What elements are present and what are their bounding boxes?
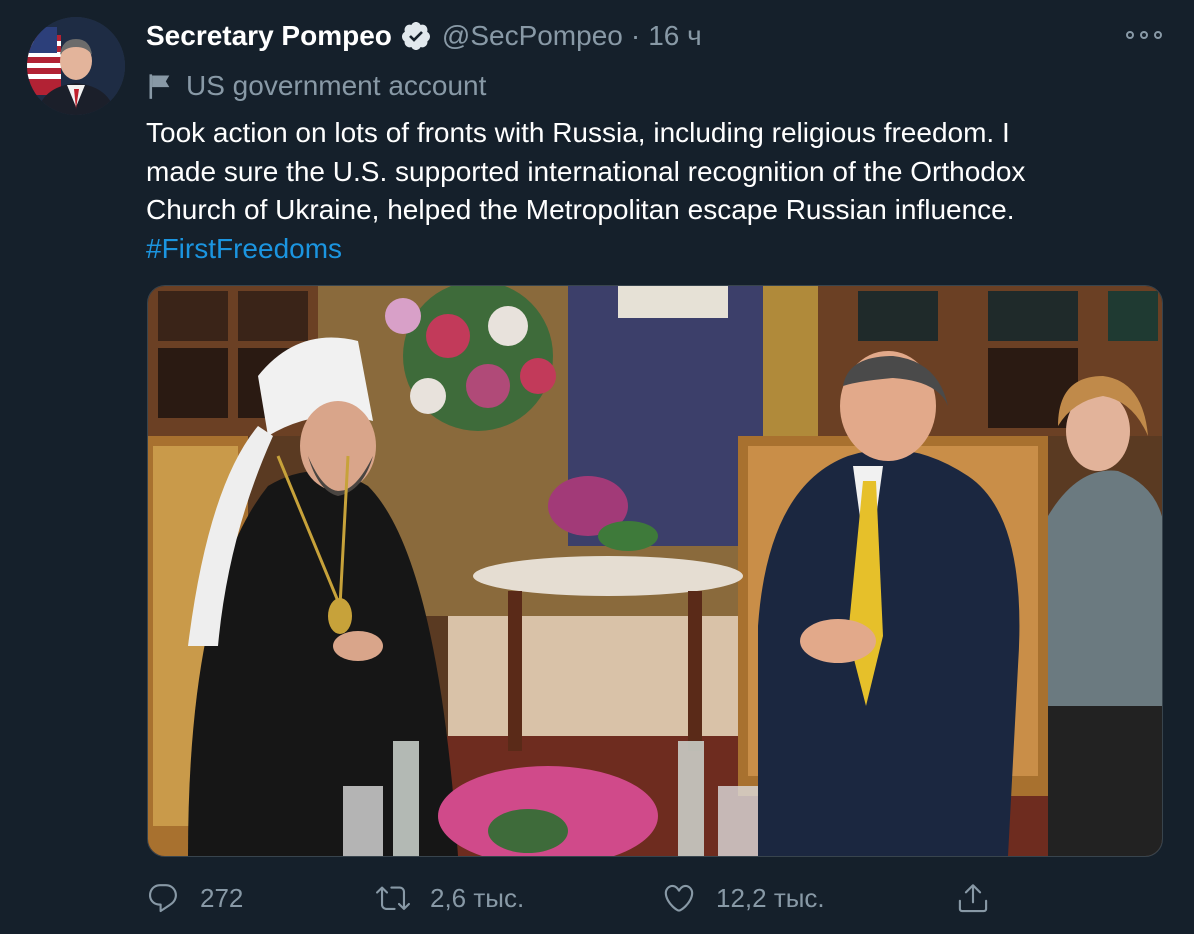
retweet-count: 2,6 тыс. — [430, 882, 525, 913]
hashtag-link[interactable]: #FirstFreedoms — [146, 230, 1156, 269]
tweet-photo[interactable] — [147, 285, 1163, 857]
like-icon — [664, 884, 694, 912]
reply-count: 272 — [200, 882, 244, 913]
author-row: Secretary Pompeo @SecPompeo · 16 ч — [146, 16, 702, 56]
display-name[interactable]: Secretary Pompeo — [146, 20, 392, 52]
timestamp[interactable]: 16 ч — [648, 20, 702, 52]
author-handle[interactable]: @SecPompeo — [442, 20, 623, 52]
tweet-text: Took action on lots of fronts with Russi… — [146, 114, 1156, 268]
more-icon[interactable] — [1126, 26, 1162, 44]
reply-icon — [148, 884, 177, 913]
tweet-actions: 272 2,6 тыс. 12,2 тыс. — [146, 872, 1162, 924]
reply-button[interactable]: 272 — [146, 872, 243, 924]
government-flag-icon — [149, 74, 170, 99]
share-icon — [958, 884, 988, 913]
retweet-icon — [376, 886, 410, 910]
tweet-text-line: made sure the U.S. supported internation… — [146, 155, 1026, 187]
tweet-text-line: Took action on lots of fronts with Russi… — [146, 117, 1010, 148]
account-label-row: US government account — [146, 68, 486, 104]
verified-badge-icon — [400, 20, 432, 52]
government-account-label: US government account — [186, 70, 487, 101]
like-button[interactable]: 12,2 тыс. — [662, 872, 825, 924]
retweet-button[interactable]: 2,6 тыс. — [376, 872, 524, 924]
separator-dot: · — [630, 20, 641, 51]
avatar[interactable] — [27, 17, 125, 115]
tweet[interactable]: Secretary Pompeo @SecPompeo · 16 ч US go… — [0, 0, 1194, 934]
like-count: 12,2 тыс. — [716, 882, 825, 913]
share-button[interactable] — [956, 872, 990, 924]
tweet-text-line: Church of Ukraine, helped the Metropolit… — [146, 194, 1015, 225]
